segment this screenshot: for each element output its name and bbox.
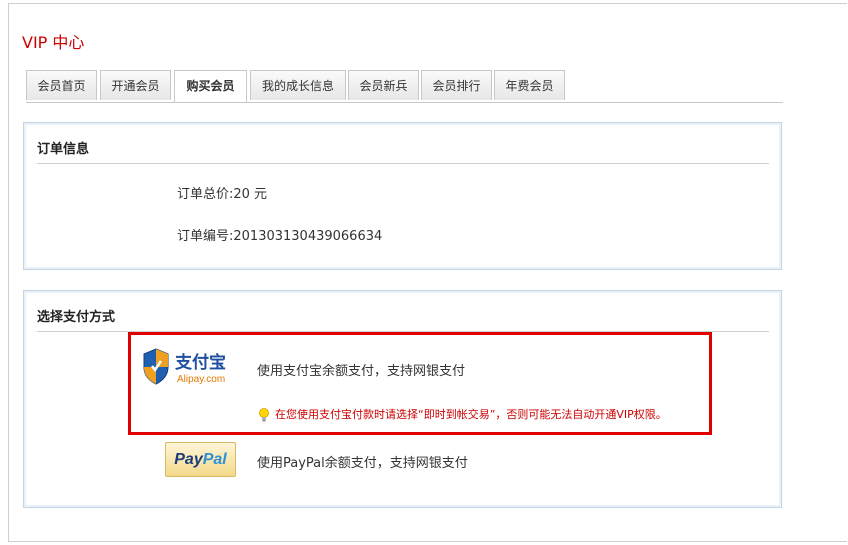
order-number: 订单编号:201303130439066634	[177, 229, 383, 244]
alipay-shield-icon: 支付宝 Alipay.com	[143, 348, 226, 385]
alipay-logo-subtext: Alipay.com	[177, 374, 225, 385]
tab-annual-membership[interactable]: 年费会员	[494, 70, 565, 100]
alipay-description: 使用支付宝余额支付，支持网银支付	[257, 364, 466, 379]
payment-method-title: 选择支付方式	[37, 305, 769, 332]
paypal-logo[interactable]: PayPal	[165, 442, 236, 477]
paypal-logo-part1: Pay	[174, 451, 203, 468]
alipay-logo-text: 支付宝	[175, 352, 226, 373]
paypal-description: 使用PayPal余额支付，支持网银支付	[257, 456, 468, 471]
alipay-warning-text: 在您使用支付宝付款时请选择“即时到帐交易”，否则可能无法自动开通VIP权限。	[275, 408, 667, 421]
alipay-logo[interactable]: 支付宝 Alipay.com	[141, 346, 237, 388]
tab-member-ranking[interactable]: 会员排行	[421, 70, 492, 100]
tab-bar: 会员首页 开通会员 购买会员 我的成长信息 会员新兵 会员排行 年费会员	[26, 70, 783, 103]
tab-growth-info[interactable]: 我的成长信息	[250, 70, 346, 100]
page-title: VIP 中心	[22, 33, 85, 52]
order-info-title: 订单信息	[37, 137, 769, 164]
lightbulb-icon	[259, 408, 269, 422]
paypal-logo-part2: Pal	[202, 451, 227, 468]
order-info-panel: 订单信息 订单总价:20 元 订单编号:201303130439066634	[23, 122, 782, 270]
payment-method-panel: 选择支付方式 支付宝 Alipay.com 使用支付宝余额支付，支持网银支付 在…	[23, 290, 782, 508]
tab-buy-membership[interactable]: 购买会员	[174, 70, 247, 102]
tab-member-home[interactable]: 会员首页	[26, 70, 97, 100]
tab-new-members[interactable]: 会员新兵	[348, 70, 419, 100]
tab-open-membership[interactable]: 开通会员	[100, 70, 171, 100]
order-total: 订单总价:20 元	[177, 187, 268, 202]
